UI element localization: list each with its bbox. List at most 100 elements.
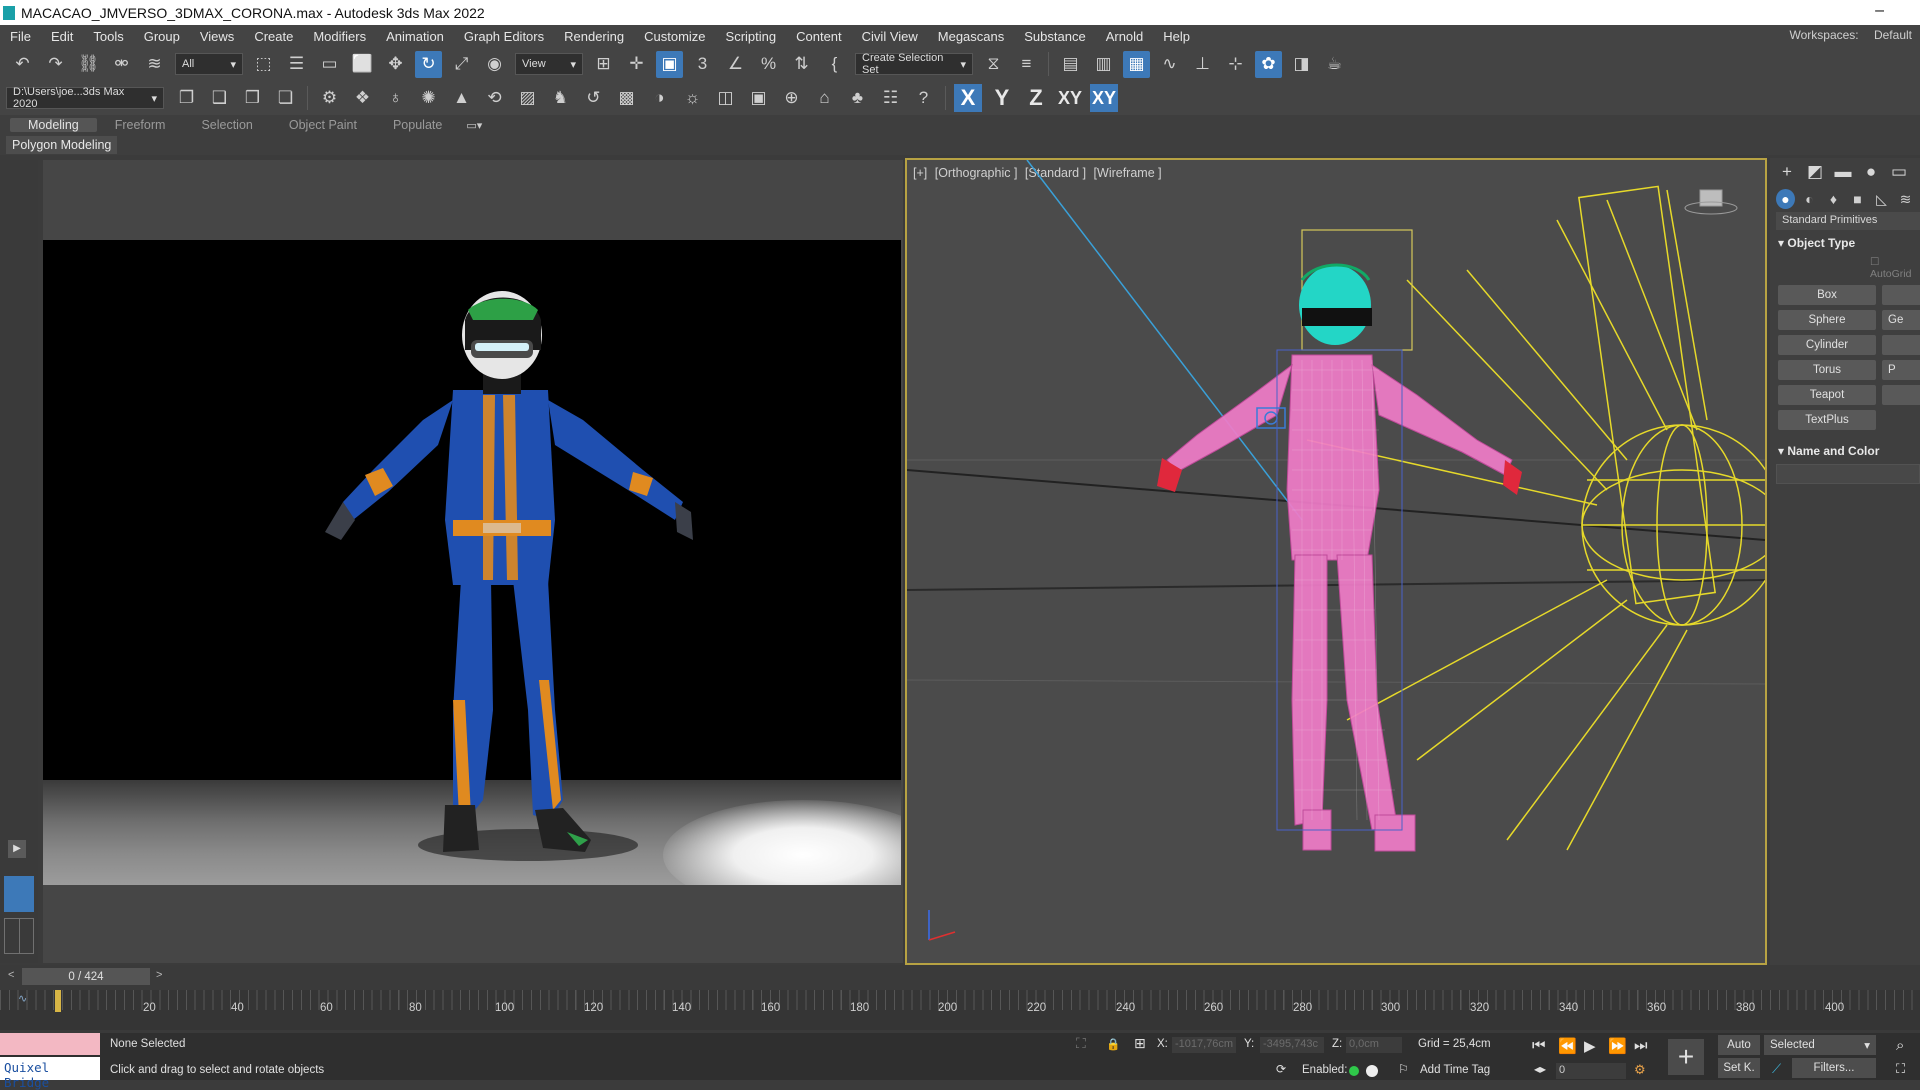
pyramid-button[interactable]: P (1882, 360, 1920, 380)
layer-explorer-icon[interactable]: ▥ (1090, 51, 1117, 78)
frame-buffer-icon[interactable]: ◫ (712, 85, 739, 112)
create-tab-icon[interactable]: + (1776, 161, 1798, 183)
menu-rendering[interactable]: Rendering (554, 29, 634, 44)
goto-end-icon[interactable]: ⏭ (1634, 1037, 1648, 1054)
menu-substance[interactable]: Substance (1014, 29, 1095, 44)
shader-icon[interactable]: ◑ (646, 85, 673, 112)
percent-snap-icon[interactable]: % (755, 51, 782, 78)
motion-tab-icon[interactable]: ● (1860, 161, 1882, 183)
key-filter-dropdown[interactable]: Selected ▾ (1764, 1035, 1876, 1055)
angle-snap-icon[interactable]: ∠ (722, 51, 749, 78)
tab-selection[interactable]: Selection (183, 118, 270, 132)
menu-megascans[interactable]: Megascans (928, 29, 1014, 44)
scale-icon[interactable]: ⤢ (448, 51, 475, 78)
image-editor-icon[interactable]: ▨ (514, 85, 541, 112)
layer-new-icon[interactable]: ❐ (173, 85, 200, 112)
workspaces-value[interactable]: Default (1874, 28, 1912, 42)
minimize-button[interactable]: – (1875, 2, 1884, 20)
select-manipulate-icon[interactable]: ✛ (623, 51, 650, 78)
layout-single-icon[interactable] (4, 876, 34, 912)
curve-editor-mini-icon[interactable]: ∿ (18, 992, 27, 1005)
select-by-name-icon[interactable]: ☰ (283, 51, 310, 78)
menu-group[interactable]: Group (134, 29, 190, 44)
scene-explorer-icon[interactable]: ▤ (1057, 51, 1084, 78)
axis-x-button[interactable]: X (954, 84, 982, 112)
autogrid-checkbox[interactable]: ☐ AutoGrid (1770, 256, 1920, 280)
dope-sheet-icon[interactable]: ⊥ (1189, 51, 1216, 78)
current-frame-field[interactable]: 0 (1556, 1063, 1626, 1079)
move-icon[interactable]: ✥ (382, 51, 409, 78)
sun-icon[interactable]: ✺ (415, 85, 442, 112)
time-tag-icon[interactable]: ⚐ (1398, 1062, 1409, 1076)
workspaces-selector[interactable]: Workspaces: Default (1777, 28, 1912, 42)
align-icon[interactable]: ≡ (1013, 51, 1040, 78)
bind-space-warp-icon[interactable]: ≋ (141, 51, 168, 78)
play-icon[interactable]: ▶ (1584, 1037, 1596, 1055)
rotate-icon[interactable]: ↻ (415, 50, 442, 78)
menu-views[interactable]: Views (190, 29, 244, 44)
axis-xy-button[interactable]: XY (1056, 84, 1084, 112)
material-editor-icon[interactable]: ✿ (1255, 50, 1282, 78)
proxy-icon[interactable]: ⟲ (481, 85, 508, 112)
textplus-button[interactable]: TextPlus (1778, 410, 1876, 430)
filters-button[interactable]: Filters... (1792, 1058, 1876, 1078)
current-frame-marker[interactable] (55, 990, 61, 1012)
box-button[interactable]: Box (1778, 285, 1920, 305)
teapot-button[interactable]: Teapot (1778, 385, 1920, 405)
time-config-icon[interactable]: ⚙ (1634, 1062, 1646, 1078)
object-name-field[interactable] (1776, 464, 1920, 484)
unlink-icon[interactable]: ⚮ (108, 51, 135, 78)
redo-icon[interactable]: ↷ (42, 51, 69, 78)
display-tab-icon[interactable]: ▭ (1888, 161, 1910, 183)
menu-graph-editors[interactable]: Graph Editors (454, 29, 554, 44)
render-setup-icon[interactable]: ◨ (1288, 51, 1315, 78)
torus-button[interactable]: Torus P (1778, 360, 1920, 380)
name-color-rollout[interactable]: ▾ Name and Color (1770, 444, 1920, 458)
layout-quad-icon[interactable] (4, 918, 34, 954)
selection-filter-dropdown[interactable]: All ▾ (175, 53, 243, 75)
spacewarps-category-icon[interactable]: ≋ (1896, 189, 1915, 209)
menu-file[interactable]: File (0, 29, 41, 44)
menu-civil-view[interactable]: Civil View (852, 29, 928, 44)
selection-lock-icon[interactable]: 🔒 (1106, 1037, 1120, 1051)
rect-selection-icon[interactable]: ▭ (316, 51, 343, 78)
listing-icon[interactable]: ☷ (877, 85, 904, 112)
next-frame-icon[interactable]: ⏩ (1608, 1037, 1627, 1055)
cylinder-button[interactable]: Cylinder (1778, 335, 1920, 355)
maxscript-listener-mini[interactable] (0, 1033, 100, 1055)
create-selection-set-dropdown[interactable]: Create Selection Set ▾ (855, 52, 973, 76)
camera-icon[interactable]: ⚙ (316, 85, 343, 112)
edit-named-selection-icon[interactable]: { (821, 51, 848, 78)
layer-select-icon[interactable]: ❒ (239, 85, 266, 112)
snaps-toggle-icon[interactable]: 3 (689, 51, 716, 78)
tab-populate[interactable]: Populate (375, 118, 460, 132)
cameras-category-icon[interactable]: ■ (1848, 189, 1867, 209)
set-key-big-icon[interactable]: + (1668, 1039, 1704, 1075)
menu-scripting[interactable]: Scripting (716, 29, 787, 44)
menu-content[interactable]: Content (786, 29, 852, 44)
axis-xy-lock-button[interactable]: XY (1090, 84, 1118, 112)
curve-editor-icon[interactable]: ∿ (1156, 51, 1183, 78)
layer-current-icon[interactable]: ❏ (272, 85, 299, 112)
axis-y-button[interactable]: Y (988, 84, 1016, 112)
ribbon-options-icon[interactable]: ▭▾ (466, 119, 482, 132)
tab-modeling[interactable]: Modeling (10, 118, 97, 132)
helpers-category-icon[interactable]: ◺ (1872, 189, 1891, 209)
add-time-tag[interactable]: Add Time Tag (1420, 1064, 1490, 1076)
mirror-icon[interactable]: ⧖ (980, 51, 1007, 78)
render-icon[interactable]: ☕ (1321, 51, 1348, 78)
menu-create[interactable]: Create (244, 29, 303, 44)
pivot-center-icon[interactable]: ⊞ (590, 51, 617, 78)
help-icon[interactable]: ? (910, 85, 937, 112)
enabled-indicator-icon[interactable] (1349, 1066, 1359, 1076)
maximize-viewport-icon[interactable]: ⛶ (1896, 1061, 1905, 1077)
light-icon[interactable]: ♁ (382, 85, 409, 112)
undo-icon[interactable]: ↶ (9, 51, 36, 78)
shapes-category-icon[interactable]: ◐ (1800, 189, 1819, 209)
menu-modifiers[interactable]: Modifiers (303, 29, 376, 44)
expand-layout-icon[interactable]: ▶ (8, 840, 26, 858)
x-coord-field[interactable]: -1017,76cm (1172, 1037, 1236, 1053)
time-slider-next-icon[interactable]: > (156, 969, 162, 981)
zoom-icon[interactable]: ⌕ (1896, 1037, 1904, 1054)
z-coord-field[interactable]: 0,0cm (1346, 1037, 1402, 1053)
